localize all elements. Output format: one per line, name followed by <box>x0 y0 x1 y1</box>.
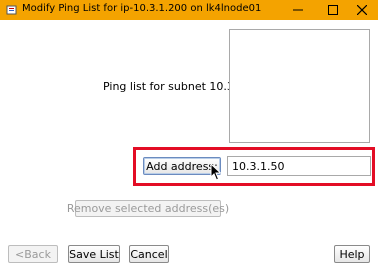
java-app-icon <box>6 5 17 15</box>
maximize-button[interactable] <box>317 0 349 20</box>
save-list-button[interactable]: Save List <box>68 245 120 263</box>
ping-list-box[interactable] <box>229 29 370 143</box>
title-bar: Modify Ping List for ip-10.3.1.200 on lk… <box>0 0 378 20</box>
remove-selected-button[interactable]: Remove selected address(es) <box>67 200 229 217</box>
maximize-icon <box>328 5 338 15</box>
help-button[interactable]: Help <box>334 245 370 263</box>
address-input[interactable]: 10.3.1.50 <box>227 156 371 176</box>
cancel-button[interactable]: Cancel <box>129 245 169 263</box>
mouse-pointer-icon <box>210 163 222 181</box>
minimize-button[interactable] <box>282 0 314 20</box>
close-icon <box>357 5 367 15</box>
back-button[interactable]: <Back <box>8 245 58 263</box>
close-button[interactable] <box>346 0 378 20</box>
window-title: Modify Ping List for ip-10.3.1.200 on lk… <box>22 3 262 14</box>
minimize-icon <box>293 9 303 11</box>
